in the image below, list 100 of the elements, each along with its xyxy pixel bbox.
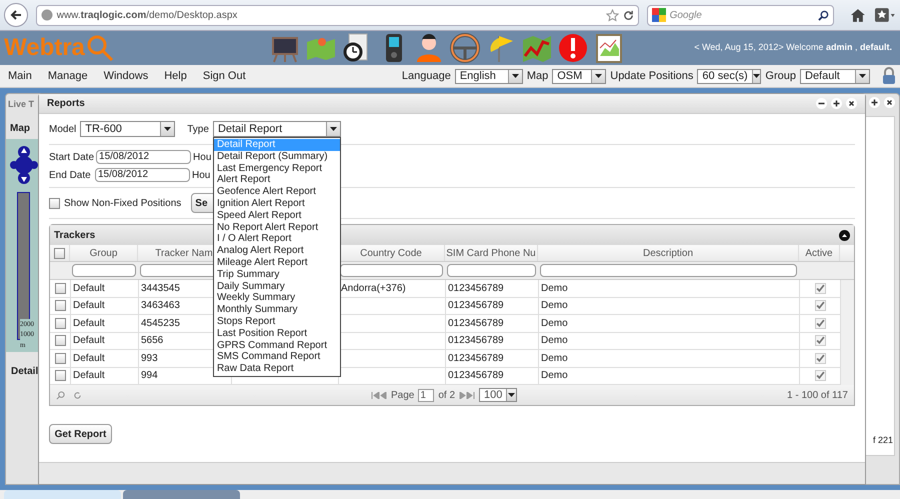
- checkbox[interactable]: [54, 300, 66, 312]
- panel-title: Map: [10, 122, 30, 136]
- page-field[interactable]: 1: [418, 388, 434, 402]
- dropdown-option[interactable]: Daily Summary: [214, 280, 340, 292]
- table-cell-text: 4545235: [141, 316, 180, 331]
- collapse-icon[interactable]: [839, 230, 850, 240]
- maximize-icon[interactable]: [869, 97, 880, 108]
- type-select[interactable]: Detail Report: [212, 121, 341, 137]
- dropdown-option[interactable]: I / O Alert Report: [214, 233, 340, 246]
- back-button[interactable]: [4, 3, 28, 27]
- pager-summary: 1 - 100 of 117: [787, 388, 848, 402]
- field-label: Type: [187, 122, 209, 136]
- table-cell-text: 994: [141, 369, 158, 384]
- address-bar[interactable]: www.traqlogic.com/demo/Desktop.aspx: [36, 4, 639, 26]
- maximize-icon[interactable]: [831, 98, 842, 109]
- dropdown-option[interactable]: Alert Report: [214, 174, 340, 186]
- dropdown-option[interactable]: Mileage Alert Report: [214, 256, 340, 269]
- minimize-icon[interactable]: [816, 98, 827, 109]
- dropdown-option[interactable]: SMS Command Report: [214, 351, 340, 364]
- checkbox[interactable]: [54, 248, 65, 258]
- grid-title: Trackers: [54, 228, 96, 242]
- refresh-icon[interactable]: [73, 390, 82, 400]
- table-cell-text: 0123456789: [448, 369, 504, 384]
- column-header[interactable]: Tracker Nam: [155, 246, 213, 260]
- dropdown-option[interactable]: Stops Report: [214, 316, 340, 328]
- table-cell-text: 993: [141, 352, 158, 366]
- logo-text: Webtra: [4, 36, 85, 60]
- checkbox[interactable]: [54, 282, 66, 294]
- setting-select[interactable]: 60 sec(s): [697, 68, 762, 84]
- search-field[interactable]: Google: [646, 4, 834, 26]
- dropdown-option[interactable]: Weekly Summary: [214, 292, 340, 304]
- window-tab[interactable]: Live T: [8, 98, 34, 112]
- refresh-icon[interactable]: [622, 10, 634, 20]
- checkbox[interactable]: [814, 282, 826, 294]
- menu-item[interactable]: Sign Out: [202, 68, 246, 84]
- dropdown-option[interactable]: GPRS Command Report: [214, 340, 340, 352]
- search-icon[interactable]: [818, 10, 830, 20]
- column-header[interactable]: Description: [642, 246, 694, 260]
- dropdown-option[interactable]: Last Emergency Report: [214, 162, 340, 174]
- column-header[interactable]: Country Code: [360, 246, 422, 260]
- first-page-icon[interactable]: [371, 392, 387, 398]
- dropdown-option[interactable]: Trip Summary: [214, 268, 340, 281]
- get-report-button[interactable]: Get Report: [49, 424, 112, 444]
- dropdown-option[interactable]: Detail Report (Summary): [214, 150, 340, 163]
- last-page-icon[interactable]: [459, 392, 476, 398]
- checkbox[interactable]: [814, 318, 826, 329]
- field-label: Model: [49, 122, 76, 136]
- menu-item[interactable]: Help: [164, 68, 187, 84]
- table-cell-text: Default: [73, 352, 105, 366]
- scrollbar[interactable]: [840, 280, 854, 385]
- checkbox[interactable]: [54, 352, 66, 364]
- dropdown-option[interactable]: Analog Alert Report: [214, 245, 340, 257]
- alert-icon[interactable]: [557, 32, 589, 64]
- checkbox[interactable]: [814, 370, 826, 382]
- menu-item[interactable]: Manage: [48, 68, 88, 84]
- pan-control-icon[interactable]: [10, 145, 38, 185]
- filter-field[interactable]: [447, 264, 536, 277]
- column-header[interactable]: Active: [805, 246, 833, 260]
- menu-item[interactable]: Main: [8, 68, 32, 84]
- back-arrow-icon: [10, 9, 22, 21]
- setting-select[interactable]: OSM: [552, 68, 606, 84]
- dropdown-option[interactable]: No Report Alert Report: [214, 222, 340, 234]
- menu-item[interactable]: Windows: [104, 68, 148, 84]
- filter-field[interactable]: [340, 264, 443, 277]
- url-text: www.traqlogic.com/demo/Desktop.aspx: [56, 8, 238, 22]
- column-header[interactable]: Group: [90, 246, 118, 260]
- page-size-select[interactable]: 100: [479, 388, 518, 402]
- checkbox[interactable]: [814, 335, 826, 346]
- checkbox[interactable]: [54, 335, 66, 346]
- filter-field[interactable]: [72, 264, 136, 277]
- table-cell-text: Demo: [541, 369, 568, 384]
- star-icon[interactable]: [606, 8, 619, 22]
- date-field[interactable]: 15/08/2012: [96, 150, 192, 164]
- dropdown-option[interactable]: Raw Data Report: [214, 363, 340, 375]
- model-select[interactable]: TR-600: [80, 121, 176, 137]
- search-engine-icon: [652, 8, 666, 22]
- setting-select[interactable]: English: [454, 68, 523, 84]
- chart-icon[interactable]: [593, 32, 625, 64]
- field-label: Hou: [192, 168, 210, 182]
- column-header[interactable]: SIM Card Phone Nu: [446, 246, 536, 260]
- checkbox[interactable]: [54, 318, 66, 329]
- close-icon[interactable]: [884, 97, 895, 108]
- checkbox[interactable]: [814, 352, 826, 364]
- home-icon[interactable]: [850, 7, 866, 23]
- checkbox[interactable]: [54, 370, 66, 382]
- checkbox[interactable]: [814, 300, 826, 312]
- bookmark-icon[interactable]: [874, 7, 896, 23]
- dropdown-option[interactable]: Monthly Summary: [214, 304, 340, 316]
- setting-label: Language: [402, 68, 451, 84]
- field-label: End Date: [49, 168, 92, 182]
- checkbox-label[interactable]: Show Non-Fixed Positions: [64, 196, 182, 210]
- dropdown-option[interactable]: Last Position Report: [214, 328, 340, 340]
- date-field[interactable]: 15/08/2012: [95, 168, 190, 182]
- close-icon[interactable]: [846, 98, 857, 109]
- setting-select[interactable]: Default: [800, 68, 870, 84]
- table-cell-text: Demo: [541, 334, 568, 348]
- lock-icon[interactable]: [882, 67, 896, 85]
- filter-field[interactable]: [540, 264, 797, 277]
- checkbox[interactable]: [49, 198, 60, 208]
- table-cell-text: Default: [73, 316, 105, 331]
